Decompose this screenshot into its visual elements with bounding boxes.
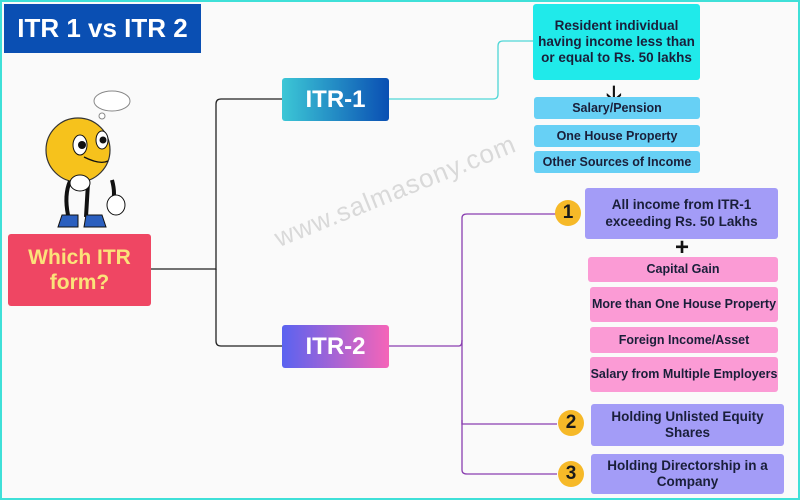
- itr1-node: ITR-1: [282, 78, 389, 121]
- thinking-mascot-icon: [45, 90, 131, 228]
- condition-number-badge: 2: [558, 410, 584, 436]
- itr1-eligibility-box: Resident individual having income less t…: [533, 4, 700, 80]
- condition-number-badge: 3: [558, 461, 584, 487]
- root-node-which-itr: Which ITR form?: [8, 234, 151, 306]
- itr1-item: Salary/Pension: [534, 97, 700, 119]
- itr1-item: One House Property: [534, 125, 700, 147]
- itr2-condition-box: All income from ITR-1 exceeding Rs. 50 L…: [585, 188, 778, 239]
- itr2-additional-item: Foreign Income/Asset: [590, 327, 778, 353]
- itr2-condition-box: Holding Directorship in a Company: [591, 454, 784, 494]
- condition-number-badge: 1: [555, 200, 581, 226]
- itr1-to-eligibility-line: [389, 40, 533, 100]
- itr1-item: Other Sources of Income: [534, 151, 700, 173]
- itr2-branch-line-2: [461, 340, 557, 425]
- root-to-itr2-line: [215, 269, 282, 347]
- itr2-branch-line-3: [461, 420, 557, 475]
- itr2-additional-item: More than One House Property: [590, 287, 778, 322]
- itr2-node: ITR-2: [282, 325, 389, 368]
- itr2-branch-line: [389, 213, 556, 347]
- root-to-itr1-line: [151, 98, 282, 270]
- itr2-additional-item: Salary from Multiple Employers: [590, 357, 778, 392]
- itr2-condition-box: Holding Unlisted Equity Shares: [591, 404, 784, 446]
- itr2-additional-item: Capital Gain: [588, 257, 778, 282]
